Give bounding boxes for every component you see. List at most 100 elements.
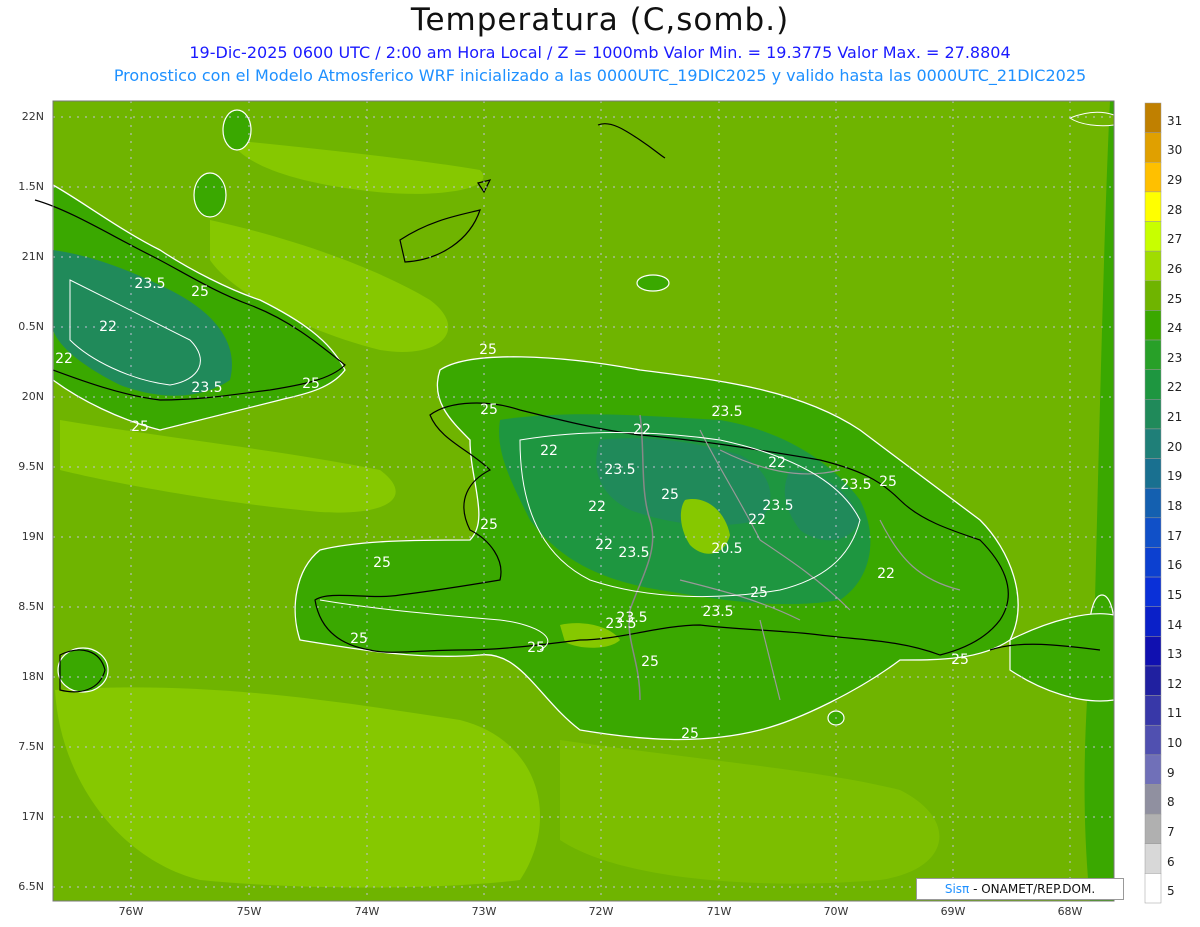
colorbar-label: 10	[1167, 736, 1183, 751]
colorbar-swatch	[1144, 162, 1162, 193]
contour-label: 25	[480, 402, 498, 418]
lon-tick-label: 70W	[823, 905, 849, 918]
contour-label: 25	[480, 517, 498, 533]
colorbar-label: 24	[1167, 321, 1183, 336]
island	[193, 172, 227, 218]
colorbar-label: 6	[1167, 854, 1175, 869]
colorbar-swatch	[1144, 310, 1162, 341]
contour-label: 25	[527, 640, 545, 656]
colorbar-swatch	[1144, 754, 1162, 785]
contour-label: 25	[641, 654, 659, 670]
colorbar-swatch	[1144, 102, 1162, 133]
contour-label: 23.5	[191, 380, 222, 396]
contour-label: 25	[191, 284, 209, 300]
colorbar-label: 30	[1167, 143, 1183, 158]
colorbar-label: 31	[1167, 113, 1183, 128]
colorbar-label: 23	[1167, 350, 1183, 365]
contour-label: 22	[877, 566, 895, 582]
lon-tick-label: 68W	[1057, 905, 1083, 918]
colorbar-swatch	[1144, 428, 1162, 459]
colorbar-label: 15	[1167, 587, 1183, 602]
colorbar-swatch	[1144, 695, 1162, 726]
contour-label: 20.5	[711, 541, 742, 557]
colorbar-swatch	[1144, 458, 1162, 489]
contour-label: 23.5	[840, 477, 871, 493]
colorbar-label: 8	[1167, 795, 1175, 810]
colorbar-swatch	[1144, 221, 1162, 252]
contour-label: 25	[661, 487, 679, 503]
island	[636, 274, 670, 292]
colorbar-label: 5	[1167, 884, 1175, 899]
island	[57, 647, 109, 693]
colorbar-label: 19	[1167, 469, 1183, 484]
contour-label: 22	[588, 499, 606, 515]
lat-tick-label: 22N	[21, 110, 44, 123]
colorbar	[1144, 102, 1162, 904]
colorbar-label: 17	[1167, 528, 1183, 543]
temperature-map: 23.52522222523.525252223.5222223.52223.5…	[34, 100, 1115, 902]
colorbar-swatch	[1144, 636, 1162, 667]
lat-tick-label: 8.5N	[18, 600, 44, 613]
lat-tick-label: 21N	[21, 250, 44, 263]
colorbar-label: 22	[1167, 380, 1183, 395]
lon-tick-label: 73W	[471, 905, 497, 918]
colorbar-swatch	[1144, 576, 1162, 607]
lon-tick-label: 71W	[706, 905, 732, 918]
credit-brand: Sisπ	[944, 882, 970, 896]
contour-label: 22	[633, 422, 651, 438]
contour-label: 25	[350, 631, 368, 647]
contour-label: 22	[55, 351, 73, 367]
contour-label: 23.5	[762, 498, 793, 514]
colorbar-label: 25	[1167, 291, 1183, 306]
contour-label: 25	[131, 419, 149, 435]
lon-tick-label: 76W	[118, 905, 144, 918]
colorbar-swatch	[1144, 665, 1162, 696]
lat-tick-label: 7.5N	[18, 740, 44, 753]
colorbar-label: 29	[1167, 173, 1183, 188]
colorbar-swatch	[1144, 339, 1162, 370]
contour-label: 22	[595, 537, 613, 553]
colorbar-label: 11	[1167, 706, 1183, 721]
colorbar-swatch	[1144, 280, 1162, 311]
colorbar-label: 28	[1167, 202, 1183, 217]
colorbar-swatch	[1144, 399, 1162, 430]
contour-label: 23.5	[134, 276, 165, 292]
colorbar-label: 20	[1167, 439, 1183, 454]
lon-tick-label: 74W	[354, 905, 380, 918]
contour-label: 25	[879, 474, 897, 490]
colorbar-label: 16	[1167, 558, 1183, 573]
lat-tick-label: 1.5N	[18, 180, 44, 193]
lon-tick-label: 75W	[236, 905, 262, 918]
colorbar-swatch	[1144, 784, 1162, 815]
colorbar-label: 9	[1167, 765, 1175, 780]
colorbar-swatch	[1144, 547, 1162, 578]
contour-label: 23.5	[618, 545, 649, 561]
colorbar-label: 7	[1167, 824, 1175, 839]
contour-label: 25	[479, 342, 497, 358]
colorbar-swatch	[1144, 487, 1162, 519]
island	[222, 109, 252, 151]
colorbar-swatch	[1144, 132, 1162, 163]
contour-label: 25	[750, 585, 768, 601]
colorbar-swatch	[1144, 250, 1162, 282]
colorbar-swatch	[1144, 813, 1162, 844]
contour-label: 22	[768, 455, 786, 471]
lat-tick-label: 18N	[21, 670, 44, 683]
colorbar-label: 21	[1167, 410, 1183, 425]
lat-tick-label: 19N	[21, 530, 44, 543]
colorbar-label: 18	[1167, 499, 1183, 513]
contour-label: 23.5	[702, 604, 733, 620]
contour-label: 25	[373, 555, 391, 571]
contour-label: 25	[681, 726, 699, 742]
lat-tick-label: 0.5N	[18, 320, 44, 333]
colorbar-swatch	[1144, 606, 1162, 637]
colorbar-swatch	[1144, 191, 1162, 222]
contour-label: 22	[748, 512, 766, 528]
colorbar-label: 13	[1167, 647, 1183, 662]
colorbar-label: 12	[1167, 676, 1183, 691]
lat-tick-label: 9.5N	[18, 460, 44, 473]
lon-tick-label: 72W	[588, 905, 614, 918]
contour-label: 25	[302, 376, 320, 392]
lon-tick-label: 69W	[940, 905, 966, 918]
contour-label: 23.5	[605, 616, 636, 632]
